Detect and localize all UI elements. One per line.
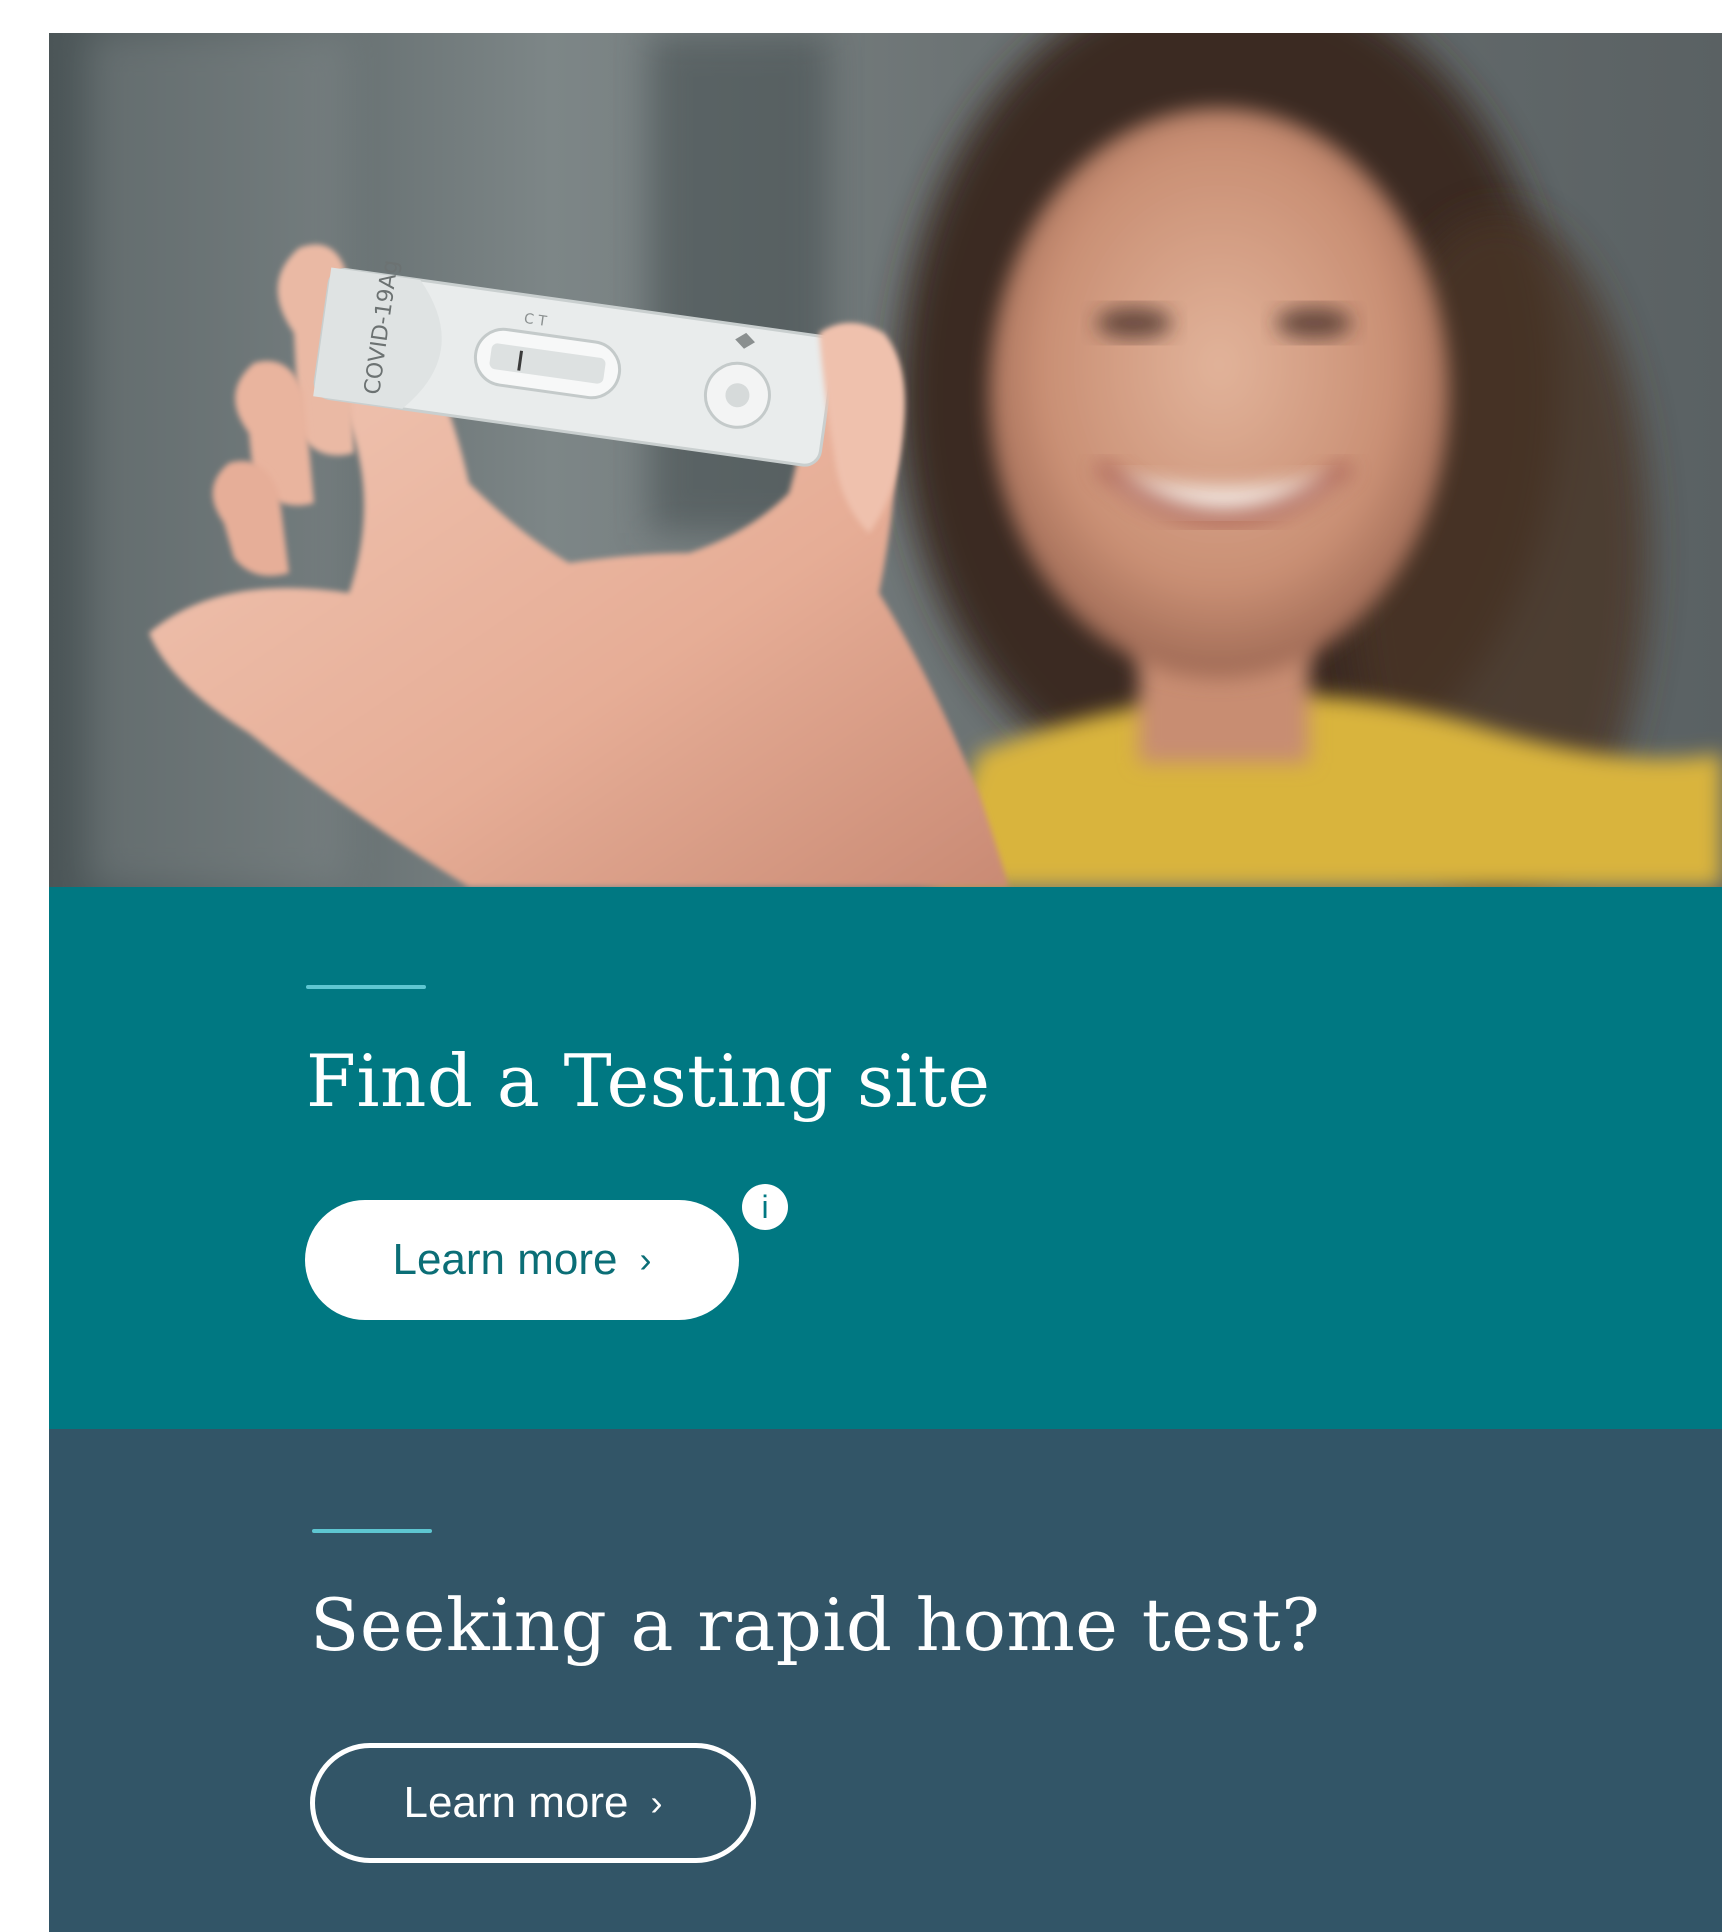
button-label: Learn more bbox=[403, 1778, 629, 1827]
home-test-panel: Seeking a rapid home test? Learn more › bbox=[49, 1429, 1722, 1932]
testing-site-learn-more-button[interactable]: Learn more › bbox=[305, 1200, 739, 1320]
accent-line bbox=[306, 985, 426, 989]
home-test-title: Seeking a rapid home test? bbox=[310, 1583, 1321, 1667]
accent-line bbox=[312, 1529, 432, 1533]
hero-image: COVID-19Ag C T bbox=[49, 33, 1722, 887]
info-icon[interactable]: i bbox=[742, 1184, 788, 1230]
chevron-right-icon: › bbox=[650, 1782, 663, 1823]
hero-illustration: COVID-19Ag C T bbox=[49, 33, 1722, 887]
home-test-learn-more-button[interactable]: Learn more › bbox=[310, 1743, 756, 1863]
testing-site-panel: Find a Testing site Learn more › i bbox=[49, 887, 1722, 1429]
testing-site-title: Find a Testing site bbox=[306, 1039, 991, 1123]
svg-text:C T: C T bbox=[523, 311, 548, 330]
chevron-right-icon: › bbox=[639, 1239, 652, 1280]
button-label: Learn more bbox=[392, 1235, 618, 1284]
